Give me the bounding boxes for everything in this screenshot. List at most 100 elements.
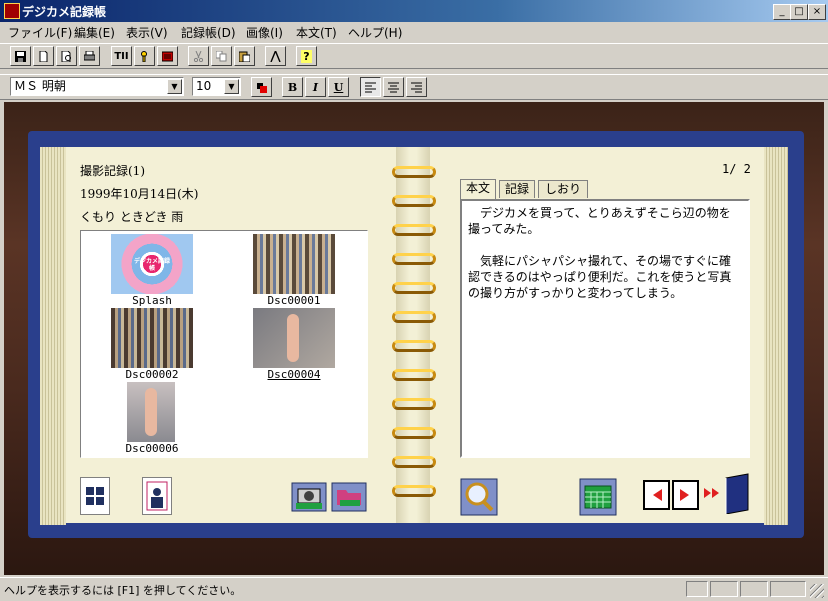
thumbnail-caption[interactable]: Splash [92, 294, 212, 307]
menu-edit[interactable]: 編集(E) [74, 24, 115, 41]
underline-button[interactable]: U [328, 77, 349, 97]
help-button[interactable]: ? [296, 46, 317, 66]
spiral-ring [392, 398, 436, 410]
figure-silhouette [145, 388, 157, 436]
text-color-button[interactable] [251, 77, 272, 97]
camera-import-button[interactable] [290, 477, 328, 513]
record-header: 撮影記録(1) [80, 164, 145, 178]
menu-image[interactable]: 画像(I) [246, 24, 283, 41]
thumbnail-caption[interactable]: Dsc00004 [234, 368, 354, 381]
bold-button[interactable]: B [282, 77, 303, 97]
grid-view-icon [86, 487, 104, 505]
preview-icon [61, 50, 71, 62]
save-button[interactable] [10, 46, 31, 66]
menu-help[interactable]: ヘルプ(H) [348, 24, 402, 41]
resize-grip[interactable] [810, 584, 824, 598]
record-weather[interactable]: くもり ときどき 雨 [80, 208, 183, 225]
cut-button[interactable] [188, 46, 209, 66]
window-title: デジカメ記録帳 [22, 5, 107, 19]
font-select-value: ＭＳ 明朝 [14, 79, 66, 93]
spiral-ring [392, 253, 436, 265]
menu-bar: ファイル(F) 編集(E) 表示(V) 記録帳(D) 画像(I) 本文(T) ヘ… [0, 22, 828, 40]
thumbnail-caption[interactable]: Dsc00006 [92, 442, 212, 455]
record-date[interactable]: 1999年10月14日(木) [80, 185, 198, 202]
key-button[interactable] [134, 46, 155, 66]
menu-file[interactable]: ファイル(F) [8, 24, 72, 41]
menu-text[interactable]: 本文(T) [296, 24, 337, 41]
double-arrow-book-icon [704, 473, 749, 515]
note-textarea[interactable]: デジカメを買って、とりあえずそこら辺の物を撮ってみた。 気軽にパシャパシャ撮れて… [460, 199, 750, 458]
tab-body[interactable]: 本文 [460, 179, 496, 199]
magnifier-icon [460, 478, 498, 516]
align-right-icon [411, 82, 422, 92]
record-button[interactable] [157, 46, 178, 66]
menu-notebook[interactable]: 記録帳(D) [181, 24, 236, 41]
thumbnail-image[interactable] [253, 234, 335, 294]
thumbnail-image[interactable] [253, 308, 335, 368]
tab-bookmark[interactable]: しおり [538, 180, 588, 198]
thumbnail-image[interactable] [111, 308, 193, 368]
thumbnail-caption[interactable]: Dsc00001 [234, 294, 354, 307]
copy-button[interactable] [211, 46, 232, 66]
figure-silhouette [287, 314, 299, 362]
print-button[interactable] [79, 46, 100, 66]
camera-icon [291, 482, 327, 512]
new-button[interactable] [33, 46, 54, 66]
tab-record[interactable]: 記録 [499, 180, 535, 198]
font-size-value: 10 [196, 79, 212, 93]
calendar-button[interactable] [578, 477, 618, 516]
thumbnail-image[interactable] [127, 382, 175, 442]
chevron-down-icon[interactable]: ▼ [167, 79, 182, 94]
compass-icon [270, 50, 281, 62]
status-text: ヘルプを表示するには [F1] を押してください。 [4, 584, 242, 597]
page-stack-right [764, 147, 788, 525]
spiral-ring [392, 311, 436, 323]
align-center-button[interactable] [383, 77, 404, 97]
help-icon: ? [301, 49, 312, 63]
align-center-icon [388, 82, 399, 92]
align-left-button[interactable] [360, 77, 381, 97]
printer-icon [84, 50, 95, 60]
maximize-button[interactable]: □ [790, 4, 808, 20]
folder-icon [331, 482, 367, 512]
page-number: 1/ 2 [722, 162, 751, 176]
folder-import-button[interactable] [330, 477, 368, 513]
app-icon[interactable] [4, 3, 20, 19]
tool-button[interactable] [265, 46, 286, 66]
font-select[interactable]: ＭＳ 明朝 ▼ [10, 77, 184, 96]
status-panel [740, 581, 768, 597]
spiral-ring [392, 369, 436, 381]
minimize-button[interactable]: _ [773, 4, 791, 20]
thumbnail-caption[interactable]: Dsc00002 [92, 368, 212, 381]
calendar-icon [579, 478, 617, 516]
preview-button[interactable] [56, 46, 77, 66]
close-button[interactable]: × [808, 4, 826, 20]
zoom-button[interactable] [459, 477, 499, 516]
floppy-icon [15, 50, 26, 62]
spiral-ring [392, 485, 436, 497]
status-panel [710, 581, 738, 597]
align-right-button[interactable] [406, 77, 427, 97]
menu-view[interactable]: 表示(V) [126, 24, 168, 41]
page-nav-buttons[interactable] [642, 477, 700, 513]
book-nav-icon [643, 480, 699, 510]
thumbnail-view-button[interactable] [80, 477, 110, 515]
spiral-ring [392, 427, 436, 439]
next-chapter-button[interactable] [702, 472, 752, 515]
paste-button[interactable] [234, 46, 255, 66]
portrait-icon [146, 481, 168, 511]
font-size-select[interactable]: 10 ▼ [192, 77, 241, 96]
new-page-icon [39, 50, 48, 62]
status-bar: ヘルプを表示するには [F1] を押してください。 [0, 577, 828, 601]
title-bar: デジカメ記録帳 _ □ × [0, 0, 828, 22]
scissors-icon [193, 50, 204, 62]
spiral-ring [392, 195, 436, 207]
spiral-ring [392, 224, 436, 236]
text-style-button[interactable]: TII [111, 46, 132, 66]
single-view-button[interactable] [142, 477, 172, 515]
thumbnail-image[interactable]: デジカメ記録帳 [111, 234, 193, 294]
italic-button[interactable]: I [305, 77, 326, 97]
chevron-down-icon[interactable]: ▼ [224, 79, 239, 94]
status-panel [686, 581, 708, 597]
paste-icon [239, 51, 250, 62]
